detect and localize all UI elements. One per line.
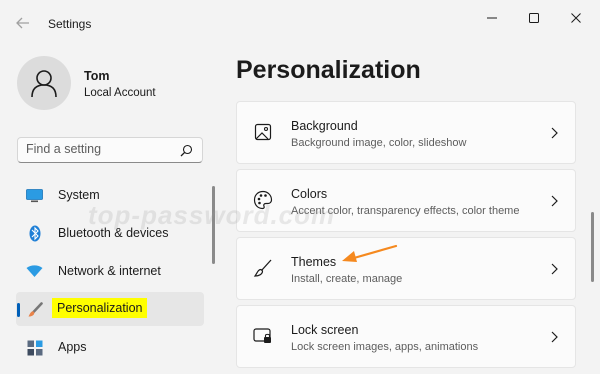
card-themes[interactable]: Themes Install, create, manage bbox=[236, 237, 576, 300]
card-title: Themes bbox=[291, 255, 337, 269]
sidebar-item-label: Apps bbox=[58, 340, 87, 354]
minimize-icon bbox=[487, 17, 497, 19]
annotation-arrow-icon bbox=[342, 244, 398, 262]
chevron-right-icon bbox=[551, 195, 558, 207]
search-icon[interactable] bbox=[180, 144, 193, 157]
search-input[interactable] bbox=[26, 142, 176, 156]
back-arrow-icon bbox=[16, 17, 29, 29]
card-title: Background bbox=[291, 119, 358, 133]
monitor-icon bbox=[26, 187, 43, 204]
sidebar-item-apps[interactable]: Apps bbox=[16, 330, 204, 364]
card-lock-screen[interactable]: Lock screen Lock screen images, apps, an… bbox=[236, 305, 576, 368]
minimize-button[interactable] bbox=[472, 6, 512, 30]
page-title: Personalization bbox=[236, 56, 421, 84]
brush-icon bbox=[26, 301, 43, 318]
profile-name: Tom bbox=[84, 69, 110, 83]
sidebar-item-network[interactable]: Network & internet bbox=[16, 254, 204, 288]
card-subtitle: Install, create, manage bbox=[291, 273, 403, 285]
settings-window: Settings Tom Local Account Find a settin… bbox=[0, 0, 600, 374]
settings-card-list: Background Background image, color, slid… bbox=[236, 101, 576, 373]
close-icon bbox=[571, 13, 581, 23]
close-button[interactable] bbox=[556, 6, 596, 30]
back-button[interactable] bbox=[13, 13, 33, 33]
chevron-right-icon bbox=[551, 263, 558, 275]
sidebar-item-label: Personalization bbox=[52, 298, 148, 318]
card-subtitle: Lock screen images, apps, animations bbox=[291, 341, 479, 353]
wifi-icon bbox=[26, 263, 43, 280]
sidebar-item-personalization[interactable]: Personalization bbox=[16, 292, 204, 326]
search-box[interactable] bbox=[17, 137, 203, 163]
card-title: Lock screen bbox=[291, 323, 359, 337]
maximize-icon bbox=[529, 13, 539, 23]
bluetooth-icon bbox=[26, 225, 43, 242]
maximize-button[interactable] bbox=[514, 6, 554, 30]
card-background[interactable]: Background Background image, color, slid… bbox=[236, 101, 576, 164]
image-icon bbox=[253, 122, 273, 142]
selection-indicator bbox=[17, 303, 20, 317]
chevron-right-icon bbox=[551, 331, 558, 343]
card-title: Colors bbox=[291, 187, 328, 201]
user-icon bbox=[31, 70, 57, 98]
app-title: Settings bbox=[48, 17, 92, 31]
content-scrollbar[interactable] bbox=[591, 212, 594, 282]
title-bar: Settings bbox=[0, 0, 600, 44]
watermark: top-password.com bbox=[88, 200, 336, 230]
avatar[interactable] bbox=[17, 56, 71, 110]
brush-icon bbox=[253, 258, 273, 278]
apps-icon bbox=[26, 339, 43, 356]
card-subtitle: Background image, color, slideshow bbox=[291, 137, 467, 149]
profile-account-type: Local Account bbox=[84, 87, 156, 99]
chevron-right-icon bbox=[551, 127, 558, 139]
sidebar-item-label: Network & internet bbox=[58, 264, 161, 278]
lock-screen-icon bbox=[253, 326, 273, 346]
